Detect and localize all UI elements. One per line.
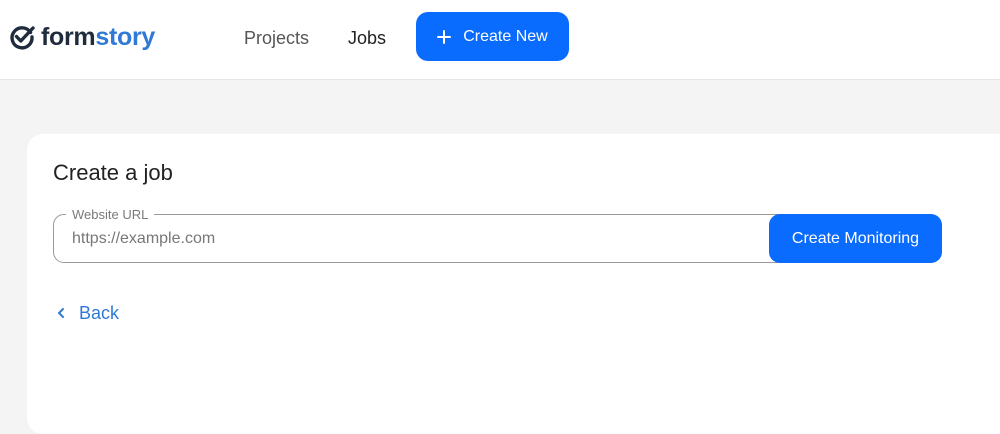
top-navbar: formstory Projects Jobs Create New xyxy=(0,0,1000,80)
page-title: Create a job xyxy=(53,160,173,185)
website-url-field: Website URL xyxy=(53,207,793,263)
back-label: Back xyxy=(79,302,120,323)
website-url-input[interactable] xyxy=(54,215,792,262)
brand-logo[interactable]: formstory xyxy=(8,20,155,54)
create-new-label: Create New xyxy=(463,27,548,45)
brand-name: formstory xyxy=(41,22,155,51)
check-circle-icon xyxy=(10,26,35,50)
create-monitoring-button[interactable]: Create Monitoring xyxy=(769,214,942,263)
nav-link-projects[interactable]: Projects xyxy=(244,26,309,50)
create-job-card: Create a job Website URL Create Monitori… xyxy=(27,134,1000,434)
create-new-button[interactable]: Create New xyxy=(416,12,569,61)
chevron-left-icon xyxy=(58,308,64,318)
brand-name-story: story xyxy=(95,22,155,51)
nav-link-jobs[interactable]: Jobs xyxy=(348,26,386,50)
plus-icon xyxy=(437,29,452,44)
brand-name-form: form xyxy=(41,22,96,51)
back-link[interactable]: Back xyxy=(57,301,119,325)
